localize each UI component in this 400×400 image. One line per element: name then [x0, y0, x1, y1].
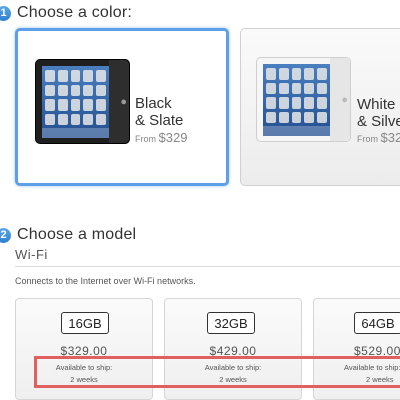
wifi-subtitle: Wi-Fi	[15, 247, 48, 262]
from-label: From	[357, 134, 378, 144]
color-price: From $32	[357, 130, 400, 145]
apple-logo-icon: ●	[341, 94, 348, 106]
from-label: From	[135, 134, 156, 144]
step2-title: Choose a model	[17, 226, 137, 243]
capacity-label: 16GB	[61, 312, 109, 334]
color-name: Black & Slate	[135, 95, 183, 129]
price-value: $329	[158, 130, 188, 145]
section-divider	[15, 266, 400, 267]
color-name-line1: Black	[135, 95, 172, 112]
tablet-dock	[42, 128, 109, 138]
tablet-dock	[263, 126, 330, 136]
price-value: $32	[380, 130, 400, 145]
capacity-label: 32GB	[207, 312, 255, 334]
wifi-description: Connects to the Internet over Wi-Fi netw…	[15, 276, 196, 286]
step2-header: 2 Choose a model	[0, 226, 136, 244]
capacity-label: 64GB	[354, 312, 400, 334]
apple-logo-icon: ●	[120, 96, 127, 108]
step1-title: Choose a color:	[17, 4, 133, 21]
step1-number-badge: 1	[0, 5, 11, 21]
ipad-mini-black-image: ●	[35, 59, 130, 144]
app-grid	[266, 68, 327, 123]
color-name: White & Silver	[357, 96, 400, 130]
color-price: From $329	[135, 130, 187, 145]
shipping-highlight-annotation	[34, 356, 400, 388]
color-option-black-slate[interactable]: ● Black & Slate From $329	[15, 28, 229, 186]
color-name-line1: White	[357, 96, 396, 113]
step2-number-badge: 2	[0, 227, 11, 243]
step1-header: 1 Choose a color:	[0, 4, 132, 22]
color-name-line2: & Silver	[357, 113, 400, 130]
color-option-white-silver[interactable]: ● White & Silver From $32	[240, 28, 400, 186]
color-name-line2: & Slate	[135, 112, 184, 129]
ipad-mini-white-image: ●	[256, 57, 351, 142]
app-grid	[45, 70, 106, 125]
